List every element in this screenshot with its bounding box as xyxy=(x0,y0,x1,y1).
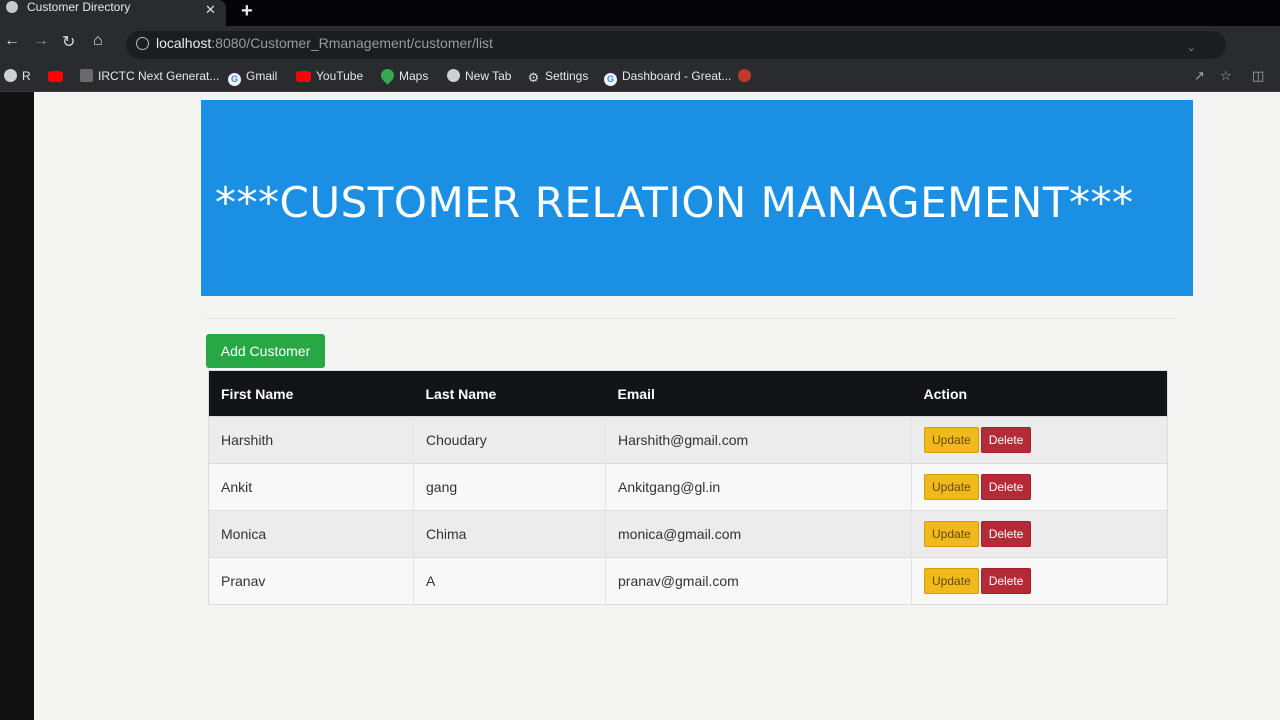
star-icon[interactable]: ☆ xyxy=(1220,68,1232,84)
new-tab-button[interactable]: + xyxy=(241,1,253,21)
extension-icon xyxy=(738,69,751,82)
cell-email: monica@gmail.com xyxy=(605,510,912,558)
browser-tab[interactable]: Customer Directory ✕ xyxy=(0,0,226,26)
back-icon[interactable]: ← xyxy=(4,32,20,50)
update-button[interactable]: Update xyxy=(924,474,979,500)
maps-icon xyxy=(378,66,397,85)
update-button[interactable]: Update xyxy=(924,568,979,594)
irctc-icon xyxy=(80,69,93,82)
reload-icon[interactable]: ↻ xyxy=(62,32,75,52)
delete-button[interactable]: Delete xyxy=(980,427,1032,453)
cell-action: Update Delete xyxy=(911,557,1168,605)
info-icon[interactable] xyxy=(136,37,149,50)
header-email: Email xyxy=(605,370,912,417)
cell-email: pranav@gmail.com xyxy=(605,557,912,605)
cell-action: Update Delete xyxy=(911,463,1168,511)
cell-first-name: Monica xyxy=(208,510,414,558)
home-icon[interactable]: ⌂ xyxy=(93,32,103,50)
cell-action: Update Delete xyxy=(911,416,1168,464)
bookmark-gmail[interactable]: G Gmail xyxy=(228,69,277,86)
side-panel-icon[interactable]: ◫ xyxy=(1252,68,1264,84)
google-icon: G xyxy=(604,73,617,86)
update-button[interactable]: Update xyxy=(924,427,979,453)
update-button[interactable]: Update xyxy=(924,521,979,547)
page-viewport: ***CUSTOMER RELATION MANAGEMENT*** Add C… xyxy=(0,92,1280,720)
table-row: Harshith Choudary Harshith@gmail.com Upd… xyxy=(208,416,1168,464)
bookmark-dashboard[interactable]: G Dashboard - Great... xyxy=(604,69,731,86)
url-bar[interactable]: localhost:8080/Customer_Rmanagement/cust… xyxy=(126,31,1226,59)
cell-email: Harshith@gmail.com xyxy=(605,416,912,464)
table-row: Monica Chima monica@gmail.com Update Dele… xyxy=(208,510,1168,558)
globe-icon xyxy=(6,1,18,13)
header-last-name: Last Name xyxy=(413,370,606,417)
cell-action: Update Delete xyxy=(911,510,1168,558)
cell-last-name: gang xyxy=(413,463,606,511)
bookmark-youtube[interactable]: YouTube xyxy=(296,69,363,83)
youtube-icon xyxy=(48,71,63,82)
header-first-name: First Name xyxy=(208,370,414,417)
table-row: Pranav A pranav@gmail.com Update Delete xyxy=(208,557,1168,605)
delete-button[interactable]: Delete xyxy=(980,521,1032,547)
tab-title: Customer Directory xyxy=(27,0,131,14)
gear-icon: ⚙ xyxy=(527,70,540,85)
delete-button[interactable]: Delete xyxy=(980,474,1032,500)
add-customer-button[interactable]: Add Customer xyxy=(206,334,325,368)
url-text[interactable]: localhost:8080/Customer_Rmanagement/cust… xyxy=(156,35,493,51)
browser-tab-strip: Customer Directory ✕ + xyxy=(0,0,1280,26)
bookmarks-bar: R IRCTC Next Generat... G Gmail YouTube M… xyxy=(0,62,1280,92)
bookmark-new-tab[interactable]: New Tab xyxy=(447,69,511,83)
cell-last-name: Choudary xyxy=(413,416,606,464)
cell-first-name: Ankit xyxy=(208,463,414,511)
divider xyxy=(206,318,1176,319)
chevron-down-icon[interactable]: ⌄ xyxy=(1187,41,1196,54)
table-row: Ankit gang Ankitgang@gl.in Update Delete xyxy=(208,463,1168,511)
cell-last-name: Chima xyxy=(413,510,606,558)
cell-first-name: Harshith xyxy=(208,416,414,464)
youtube-icon xyxy=(296,71,311,82)
share-icon[interactable]: ↗ xyxy=(1194,68,1205,84)
bookmark-youtube-short[interactable] xyxy=(48,69,68,83)
globe-icon xyxy=(447,69,460,82)
delete-button[interactable]: Delete xyxy=(980,568,1032,594)
cell-first-name: Pranav xyxy=(208,557,414,605)
forward-icon[interactable]: → xyxy=(33,32,49,50)
close-tab-icon[interactable]: ✕ xyxy=(205,3,216,17)
browser-toolbar: ← → ↻ ⌂ localhost:8080/Customer_Rmanagem… xyxy=(0,26,1280,62)
bookmark-settings[interactable]: ⚙ Settings xyxy=(527,69,589,85)
globe-icon xyxy=(4,69,17,82)
customer-table: First Name Last Name Email Action Harshi… xyxy=(208,370,1168,605)
header-banner: ***CUSTOMER RELATION MANAGEMENT*** xyxy=(201,100,1193,296)
bookmark-irctc[interactable]: IRCTC Next Generat... xyxy=(80,69,219,83)
cell-last-name: A xyxy=(413,557,606,605)
bookmark-r[interactable]: R xyxy=(4,69,31,83)
bookmark-extra[interactable] xyxy=(738,69,756,83)
bookmark-maps[interactable]: Maps xyxy=(378,66,428,85)
table-header-row: First Name Last Name Email Action xyxy=(208,370,1168,417)
cell-email: Ankitgang@gl.in xyxy=(605,463,912,511)
page-title: ***CUSTOMER RELATION MANAGEMENT*** xyxy=(215,178,1134,227)
header-action: Action xyxy=(911,370,1168,417)
google-icon: G xyxy=(228,73,241,86)
